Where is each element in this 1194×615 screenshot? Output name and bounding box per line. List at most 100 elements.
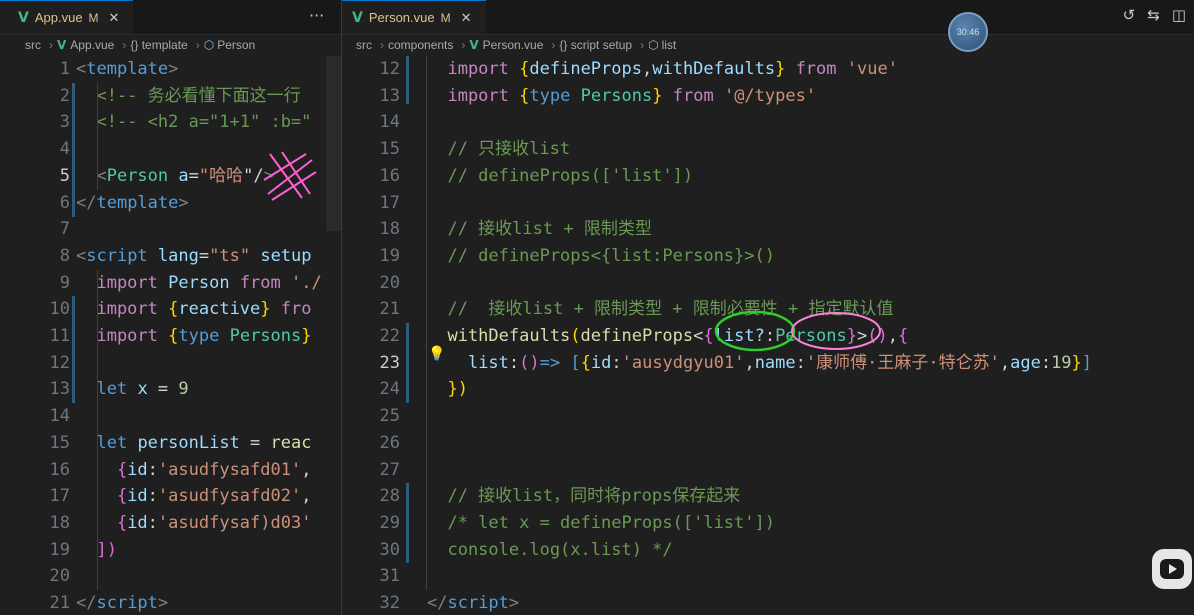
editor-toolbar: ↺ ⇆ ◫ — [1123, 6, 1186, 24]
code-line[interactable]: 11 import {type Persons} — [0, 323, 341, 350]
code-token: : — [508, 352, 520, 373]
line-number: 13 — [379, 85, 400, 106]
code-line[interactable]: 20 — [0, 563, 341, 590]
line-number: 11 — [49, 326, 70, 346]
code-line[interactable]: 17 — [342, 190, 1194, 217]
code-line[interactable]: 16 {id:'asudfysafd01', — [0, 457, 341, 484]
line-number: 19 — [49, 539, 70, 560]
code-token: './ — [291, 272, 322, 293]
code-line[interactable]: 24 }) — [342, 376, 1194, 403]
line-number: 24 — [379, 379, 400, 400]
breadcrumb-item[interactable]: list — [662, 38, 677, 52]
code-text: <!-- 务必看懂下面这一行 — [76, 83, 301, 110]
code-line[interactable]: 19 ]) — [0, 537, 341, 564]
breadcrumb-item[interactable]: {} script setup — [559, 38, 632, 52]
code-token: }) — [427, 379, 468, 400]
code-line[interactable]: 12 import {defineProps,withDefaults} fro… — [342, 56, 1194, 83]
history-icon[interactable]: ↺ — [1123, 6, 1136, 24]
code-line[interactable]: 31 — [342, 563, 1194, 590]
code-token: 'vue' — [846, 59, 898, 79]
line-number: 3 — [59, 112, 70, 133]
breadcrumb-item[interactable]: src — [25, 38, 41, 52]
tab-person-vue[interactable]: V Person.vue M ✕ — [342, 0, 486, 34]
code-line[interactable]: 19 // defineProps<{list:Persons}>() — [342, 243, 1194, 270]
code-line[interactable]: 18 // 接收list + 限制类型 — [342, 216, 1194, 243]
line-number: 29 — [379, 512, 400, 533]
code-line[interactable]: 18 {id:'asudfysaf)d03' — [0, 510, 341, 537]
code-token: { — [168, 299, 179, 320]
code-line[interactable]: 27 — [342, 457, 1194, 484]
code-token: withDefaults — [427, 326, 571, 346]
code-line[interactable]: 14 — [342, 109, 1194, 136]
split-editor-icon[interactable]: ◫ — [1172, 6, 1186, 24]
vue-file-icon: V — [57, 38, 67, 52]
code-token: > — [168, 59, 179, 79]
breadcrumb-item[interactable]: src — [356, 38, 372, 52]
code-line[interactable]: 12 — [0, 350, 341, 377]
code-line[interactable]: 29 /* let x = defineProps(['list']) — [342, 510, 1194, 537]
breadcrumb-item[interactable]: Person.vue — [483, 38, 544, 52]
chevron-right-icon: › — [640, 38, 645, 52]
code-line[interactable]: 26 — [342, 430, 1194, 457]
code-text: </script> — [427, 590, 519, 615]
code-line[interactable]: 1 <template> — [0, 56, 341, 83]
code-text: // defineProps(['list']) — [427, 163, 693, 190]
code-line[interactable]: 13 import {type Persons} from '@/types' — [342, 83, 1194, 110]
code-line[interactable]: 25 — [342, 403, 1194, 430]
code-line[interactable]: 16 // defineProps(['list']) — [342, 163, 1194, 190]
lightbulb-icon[interactable]: 💡 — [428, 346, 445, 362]
code-token: personList — [137, 432, 240, 453]
code-token: <!-- 务必看懂下面这一行 — [76, 85, 301, 106]
code-line[interactable]: 2 <!-- 务必看懂下面这一行 — [0, 83, 341, 110]
code-line[interactable]: 15 // 只接收list — [342, 136, 1194, 163]
code-text: {id:'asudfysafd01', — [76, 457, 312, 484]
code-token: : — [147, 486, 158, 507]
code-line[interactable]: 14 — [0, 403, 341, 430]
left-editor-pane: V App.vue M ✕ ··· src › V App.vue › {} t… — [0, 0, 341, 615]
code-token: 'asudfysafd02' — [157, 486, 302, 507]
line-number: 23 — [379, 352, 400, 373]
breadcrumb-item[interactable]: App.vue — [70, 38, 114, 52]
code-line[interactable]: 15 let personList = reac — [0, 430, 341, 457]
vue-file-icon: V — [469, 38, 479, 52]
minimap[interactable] — [326, 56, 341, 231]
code-token: from — [239, 272, 281, 293]
close-icon[interactable]: ✕ — [109, 10, 120, 26]
breadcrumb-item[interactable]: Person — [217, 38, 255, 52]
line-number: 20 — [379, 272, 400, 293]
code-line[interactable]: 3 <!-- <h2 a="1+1" :b=" — [0, 109, 341, 136]
code-line[interactable]: 10 import {reactive} fro — [0, 296, 341, 323]
code-line[interactable]: 32 </script> — [342, 590, 1194, 615]
video-play-icon[interactable] — [1152, 549, 1192, 589]
code-token: type — [529, 85, 571, 106]
code-line[interactable]: 21 </script> — [0, 590, 341, 615]
code-token: ] — [1081, 352, 1093, 373]
compare-changes-icon[interactable]: ⇆ — [1147, 6, 1160, 24]
close-icon[interactable]: ✕ — [461, 10, 472, 26]
code-line[interactable]: 9 import Person from './ — [0, 270, 341, 297]
code-line[interactable]: 8 <script lang="ts" setup — [0, 243, 341, 270]
line-number: 15 — [49, 432, 70, 453]
code-token: "/ — [243, 165, 264, 186]
code-line[interactable]: 13 let x = 9 — [0, 376, 341, 403]
git-change-marker — [72, 83, 75, 217]
code-line[interactable]: 28 // 接收list，同时将props保存起来 — [342, 483, 1194, 510]
code-token: < — [76, 59, 87, 79]
code-line[interactable]: 17 {id:'asudfysafd02', — [0, 483, 341, 510]
breadcrumb-item[interactable]: {} template — [130, 38, 187, 52]
line-number: 13 — [49, 379, 70, 400]
breadcrumb-item[interactable]: components — [388, 38, 453, 52]
tab-app-vue[interactable]: V App.vue M ✕ — [0, 0, 133, 34]
code-line[interactable]: 7 — [0, 216, 341, 243]
code-line[interactable]: 20 — [342, 270, 1194, 297]
line-number: 4 — [59, 139, 70, 160]
more-actions-icon[interactable]: ··· — [309, 6, 324, 25]
code-token: fro — [280, 299, 312, 320]
code-line[interactable]: 30 console.log(x.list) */ — [342, 537, 1194, 564]
line-number: 8 — [59, 245, 70, 266]
code-token: : — [147, 512, 158, 533]
code-area[interactable]: 1 <template> 2 <!-- 务必看懂下面这一行 3 <!-- <h2 a=… — [0, 56, 341, 615]
line-number: 31 — [379, 566, 400, 587]
